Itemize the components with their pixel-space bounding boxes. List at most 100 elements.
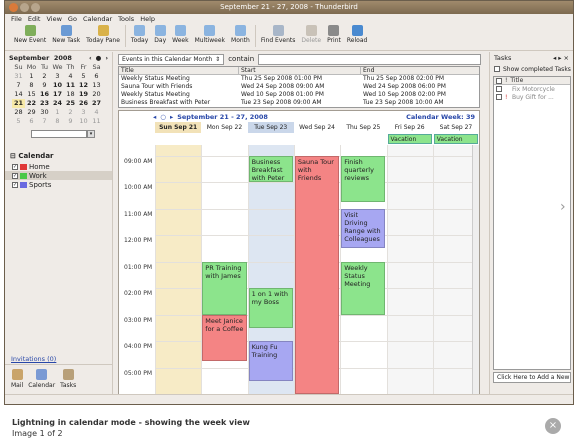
task-column-header[interactable]: ! [505, 77, 507, 84]
today-button[interactable]: Today [128, 25, 151, 44]
minimonth-day[interactable]: 1 [25, 72, 38, 81]
minimonth-day[interactable]: 19 [77, 90, 90, 99]
minimonth-day[interactable]: 1 [51, 108, 64, 117]
minimonth-day[interactable]: 11 [90, 117, 103, 126]
add-task-field[interactable]: Click Here to Add a New [493, 372, 571, 383]
filter-select[interactable]: Events in this Calendar Month ⇕ [118, 53, 225, 65]
column-header[interactable]: End [361, 67, 479, 74]
day-header[interactable]: Mon Sep 22 [201, 122, 247, 133]
invitations-link[interactable]: Invitations (0) [11, 355, 56, 363]
menu-file[interactable]: File [11, 14, 22, 25]
prev-week-icon[interactable]: ◂ [153, 113, 156, 121]
minimonth-day[interactable]: 7 [38, 117, 51, 126]
minimonth-day[interactable]: 21 [12, 99, 25, 108]
minimonth-day[interactable]: 11 [64, 81, 77, 90]
close-viewer-button[interactable]: × [545, 418, 561, 434]
calendar-event[interactable]: 1 on 1 with my Boss [248, 288, 293, 328]
day-header[interactable]: Thu Sep 25 [340, 122, 386, 133]
minimonth-day[interactable]: 9 [64, 117, 77, 126]
minimonth-day[interactable]: 7 [12, 81, 25, 90]
today-week-icon[interactable]: ○ [160, 113, 166, 121]
minimonth-day[interactable]: 8 [25, 81, 38, 90]
menu-go[interactable]: Go [68, 14, 77, 25]
minimonth-day[interactable]: 12 [77, 81, 90, 90]
menu-help[interactable]: Help [140, 14, 155, 25]
next-month-icon[interactable]: › [105, 54, 108, 62]
minimonth-day[interactable]: 8 [51, 117, 64, 126]
close-pane-icon[interactable]: × [564, 54, 571, 62]
event-list-row[interactable]: Weekly Status Meeting Thu 25 Sep 2008 01:… [119, 75, 479, 83]
checkbox-icon[interactable] [494, 66, 500, 72]
calendar-item-home[interactable]: ✓ Home [5, 162, 112, 171]
next-image-icon[interactable]: › [560, 199, 566, 215]
minimonth-day[interactable]: 17 [51, 90, 64, 99]
minimonth-day[interactable]: 18 [64, 90, 77, 99]
minimonth-day[interactable]: 26 [77, 99, 90, 108]
prev-month-icon[interactable]: ‹ [89, 54, 92, 62]
day-header[interactable]: Sun Sep 21 [155, 122, 202, 133]
minimize-window-icon[interactable] [20, 3, 29, 12]
minimonth-day[interactable]: 20 [90, 90, 103, 99]
day-header[interactable]: Fri Sep 26 [387, 122, 433, 133]
minimonth-day[interactable]: 14 [12, 90, 25, 99]
menu-view[interactable]: View [46, 14, 61, 25]
find-events-button[interactable]: Find Events [258, 25, 299, 44]
minimonth-day[interactable]: 2 [64, 108, 77, 117]
task-item[interactable]: Fix Motorcycle [494, 85, 570, 93]
minimonth-day[interactable]: 3 [77, 108, 90, 117]
calendar-event[interactable]: Meet Janice for a Coffee [202, 314, 247, 361]
minimonth-day[interactable]: 9 [38, 81, 51, 90]
minimonth-day[interactable]: 5 [12, 117, 25, 126]
mode-calendar-button[interactable]: Calendar [28, 369, 55, 396]
calendar-event[interactable]: PR Training with James [202, 261, 247, 315]
minimonth-day[interactable]: 23 [38, 99, 51, 108]
minimonth-day[interactable]: 29 [25, 108, 38, 117]
minimonth-day[interactable]: 2 [38, 72, 51, 81]
menu-tools[interactable]: Tools [118, 14, 134, 25]
event-list-row[interactable]: Sauna Tour with Friends Wed 24 Sep 2008 0… [119, 83, 479, 91]
show-completed-toggle[interactable]: Show completed Tasks [490, 63, 573, 75]
allday-event[interactable]: Vacation [433, 134, 479, 144]
minimonth-day[interactable]: 30 [38, 108, 51, 117]
minimonth-day[interactable]: 28 [12, 108, 25, 117]
new-event-button[interactable]: New Event [11, 25, 49, 44]
checkbox-icon[interactable]: ✓ [12, 181, 18, 188]
checkbox-icon[interactable]: ✓ [12, 163, 18, 170]
minimonth-day[interactable]: 6 [25, 117, 38, 126]
day-header[interactable]: Sat Sep 27 [433, 122, 479, 133]
column-header[interactable]: Title [119, 67, 239, 74]
calendar-event[interactable]: Business Breakfast with Peter [248, 155, 293, 183]
checkbox-icon[interactable]: ✓ [12, 172, 18, 179]
minimonth-day[interactable]: 13 [90, 81, 103, 90]
week-scrollbar[interactable] [472, 145, 479, 395]
calendar-item-work[interactable]: ✓ Work [5, 171, 112, 180]
calendar-event[interactable]: Sauna Tour with Friends [294, 155, 340, 395]
print-button[interactable]: Print [324, 25, 344, 44]
search-input[interactable] [258, 53, 481, 65]
calendar-event[interactable]: Kung Fu Training [248, 341, 293, 381]
minimonth-day[interactable]: 4 [90, 108, 103, 117]
today-pane-button[interactable]: Today Pane [83, 25, 123, 44]
next-week-icon[interactable]: ▸ [170, 113, 173, 121]
maximize-window-icon[interactable] [31, 3, 40, 12]
minimonth-day[interactable]: 5 [77, 72, 90, 81]
allday-event[interactable]: Vacation [387, 134, 432, 144]
column-header[interactable]: Start [239, 67, 361, 74]
day-header[interactable]: Wed Sep 24 [294, 122, 340, 133]
minimonth-day[interactable]: 16 [38, 90, 51, 99]
checkbox-icon[interactable] [496, 94, 502, 100]
minimonth-day[interactable]: 4 [64, 72, 77, 81]
calendar-event[interactable]: Visit Driving Range with Colleagues [341, 208, 386, 249]
minimonth-day[interactable]: 25 [64, 99, 77, 108]
task-item[interactable]: ! Buy Gift for ... [494, 93, 570, 101]
calendar-event[interactable]: Finish quarterly reviews [341, 155, 386, 202]
minimonth-day[interactable]: 3 [51, 72, 64, 81]
minimonth-day[interactable]: 31 [12, 72, 25, 81]
month-button[interactable]: Month [228, 25, 253, 44]
week-button[interactable]: Week [169, 25, 191, 44]
calendar-item-sports[interactable]: ✓ Sports [5, 180, 112, 189]
today-dot-icon[interactable]: ● [96, 54, 102, 62]
event-list-row[interactable]: Weekly Status Meeting Wed 10 Sep 2008 01:… [119, 91, 479, 99]
minimonth-day[interactable]: 6 [90, 72, 103, 81]
minimonth-day[interactable]: 10 [77, 117, 90, 126]
